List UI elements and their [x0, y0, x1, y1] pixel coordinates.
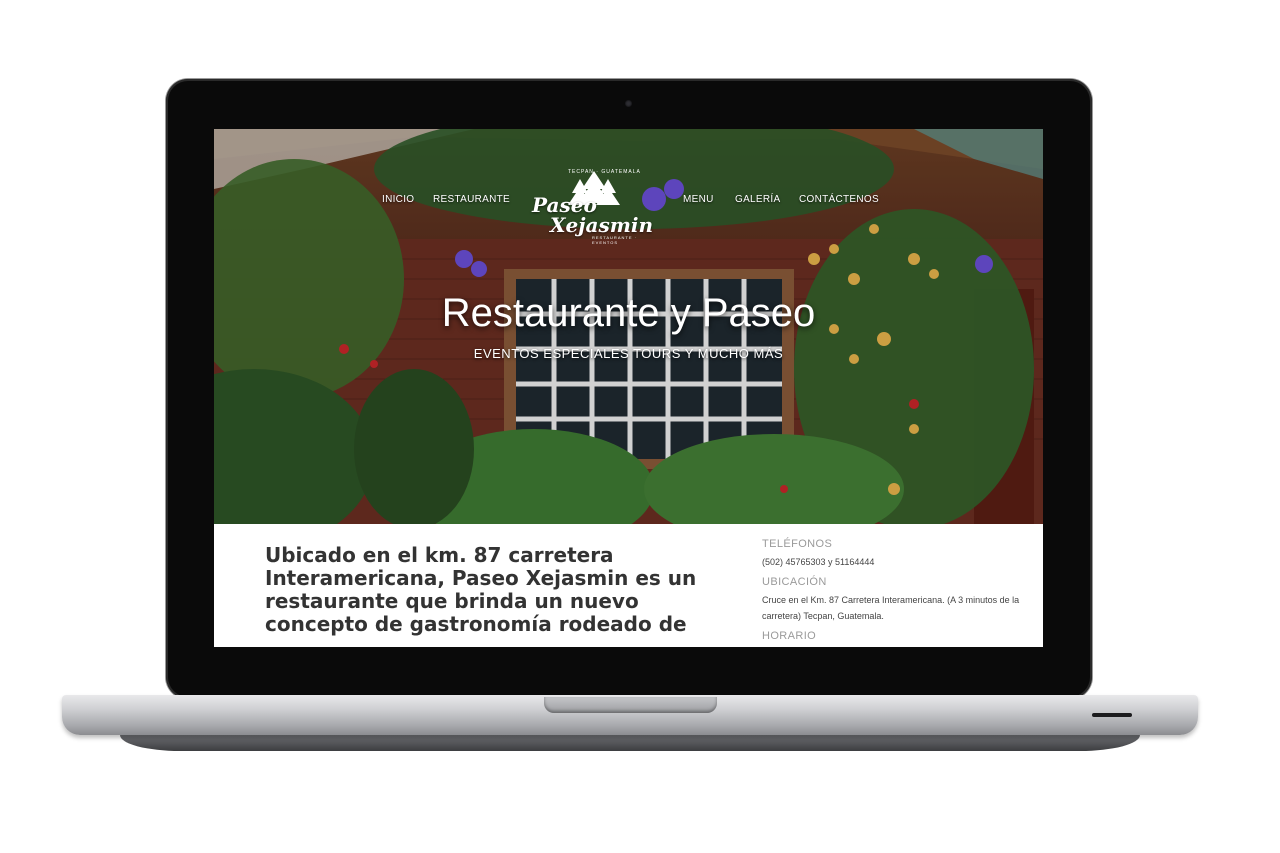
- hours-label: HORARIO: [762, 630, 817, 642]
- contact-info: TELÉFONOS (502) 45765303 y 51164444 UBIC…: [762, 538, 1022, 642]
- intro-text: Ubicado en el km. 87 carretera Interamer…: [265, 543, 697, 636]
- hero-banner: INICIO RESTAURANTE MENU GALERÍA CONTÁCTE…: [214, 129, 1043, 524]
- webcam-icon: [625, 100, 632, 107]
- phones-value[interactable]: (502) 45765303 y 51164444: [762, 554, 1022, 570]
- site-logo[interactable]: TECPAN · GUATEMALA Paseo Xejasmin RESTAU…: [528, 167, 660, 245]
- nav-item-inicio[interactable]: INICIO: [382, 194, 414, 205]
- logo-bottom-text: RESTAURANTE · EVENTOS: [592, 235, 637, 245]
- nav-item-restaurante[interactable]: RESTAURANTE: [433, 194, 510, 205]
- nav-item-galeria[interactable]: GALERÍA: [735, 194, 780, 205]
- hero-subtitle: EVENTOS ESPECIALES TOURS Y MUCHO MÁS: [473, 346, 784, 361]
- location-value: Cruce en el Km. 87 Carretera Interameric…: [762, 595, 1020, 621]
- sleep-indicator: [1092, 713, 1132, 717]
- website-screen: INICIO RESTAURANTE MENU GALERÍA CONTÁCTE…: [214, 129, 1043, 647]
- content-section: Ubicado en el km. 87 carretera Interamer…: [214, 524, 1043, 647]
- logo-top-text: TECPAN · GUATEMALA: [568, 169, 641, 175]
- laptop-lid-notch: [544, 697, 717, 713]
- nav-item-contactenos[interactable]: CONTÁCTENOS: [799, 194, 879, 205]
- nav-item-menu[interactable]: MENU: [683, 194, 714, 205]
- location-label: UBICACIÓN: [762, 576, 827, 588]
- logo-word-xejasmin: Xejasmin: [550, 213, 653, 237]
- laptop-base-shadow: [120, 735, 1140, 751]
- phones-label: TELÉFONOS: [762, 538, 833, 550]
- hero-title: Restaurante y Paseo: [441, 291, 816, 335]
